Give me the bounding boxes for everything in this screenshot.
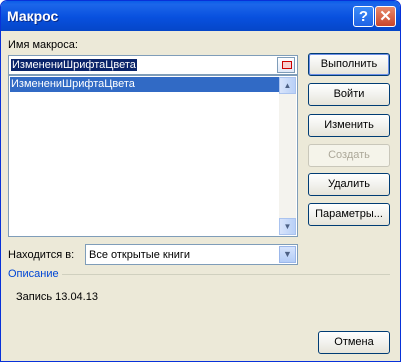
description-group-label: Описание — [8, 268, 59, 280]
edit-reference-button[interactable] — [277, 57, 295, 73]
macro-dialog: Макрос ? ✕ Имя макроса: ИзменениШрифтаЦв… — [0, 0, 401, 362]
title-bar[interactable]: Макрос ? ✕ — [1, 1, 400, 31]
description-text: Запись 13.04.13 — [16, 291, 98, 303]
scroll-down-icon[interactable]: ▼ — [279, 218, 296, 235]
location-label: Находится в: — [8, 249, 75, 261]
help-button[interactable]: ? — [353, 6, 374, 27]
dialog-title: Макрос — [7, 8, 59, 24]
step-into-button[interactable]: Войти — [308, 83, 390, 106]
macro-list[interactable]: ИзменениШрифтаЦвета ▲ ▼ — [8, 75, 298, 237]
macro-name-input[interactable]: ИзменениШрифтаЦвета — [8, 55, 298, 75]
macro-name-label: Имя макроса: — [8, 39, 78, 51]
close-button[interactable]: ✕ — [375, 6, 396, 27]
options-button[interactable]: Параметры... — [308, 203, 390, 226]
list-item[interactable]: ИзменениШрифтаЦвета — [10, 77, 281, 92]
run-button[interactable]: Выполнить — [308, 53, 390, 76]
location-select[interactable]: Все открытые книги ▼ — [85, 244, 298, 265]
delete-button[interactable]: Удалить — [308, 173, 390, 196]
edit-reference-icon — [282, 61, 292, 69]
group-divider — [62, 274, 390, 275]
macro-name-value[interactable]: ИзменениШрифтаЦвета — [11, 59, 137, 71]
scroll-up-icon[interactable]: ▲ — [279, 77, 296, 94]
list-scrollbar[interactable]: ▲ ▼ — [279, 77, 296, 235]
location-value[interactable]: Все открытые книги — [89, 249, 190, 261]
edit-button[interactable]: Изменить — [308, 114, 390, 137]
cancel-button[interactable]: Отмена — [318, 331, 390, 354]
create-button[interactable]: Создать — [308, 144, 390, 167]
chevron-down-icon[interactable]: ▼ — [279, 246, 296, 263]
